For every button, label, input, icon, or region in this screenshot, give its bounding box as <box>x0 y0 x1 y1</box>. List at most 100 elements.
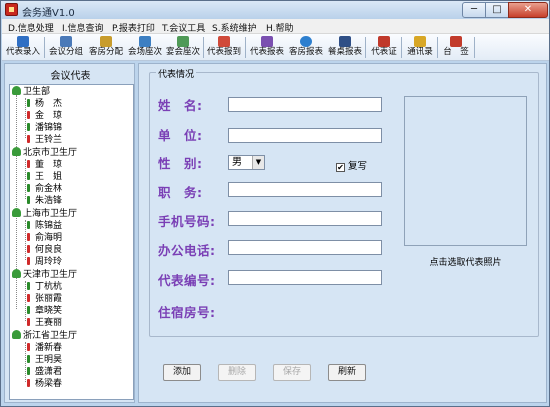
meeting-group-icon <box>60 36 72 47</box>
tool-badge[interactable]: 代表证 <box>368 35 400 60</box>
tool-room-assign[interactable]: 客房分配 <box>87 35 125 60</box>
tree-guide-line <box>25 98 26 138</box>
group-icon <box>12 147 21 156</box>
tree-member[interactable]: 王明昊 <box>27 354 62 366</box>
panel-title: 会议代表 <box>50 71 91 82</box>
menu-info-query[interactable]: I.信息查询 <box>62 21 104 34</box>
tree-member[interactable]: 丁杭杭 <box>27 281 62 293</box>
tool-table-card[interactable]: 台 签 <box>440 35 472 60</box>
tool-venue-seating[interactable]: 会场座次 <box>126 35 164 60</box>
person-icon <box>27 135 30 143</box>
group-icon <box>12 86 21 95</box>
person-icon <box>27 172 30 180</box>
menu-meeting-tools[interactable]: T.会议工具 <box>162 21 205 34</box>
toolbar-separator <box>44 37 45 58</box>
tree-member[interactable]: 潘锦锦 <box>27 122 62 134</box>
person-icon <box>27 282 30 290</box>
toolbar-separator <box>437 37 438 58</box>
tree-member[interactable]: 潘新春 <box>27 342 62 354</box>
tree-member[interactable]: 金 琼 <box>27 110 62 122</box>
gender-select[interactable]: 男 ▼ <box>228 155 265 170</box>
position-label: 职 务: <box>158 185 203 200</box>
toolbar-separator <box>365 37 366 58</box>
tree-member[interactable]: 王 姐 <box>27 171 62 183</box>
tool-representative-checkin[interactable]: 代表报到 <box>205 35 243 60</box>
tree-member[interactable]: 章晓笑 <box>27 305 62 317</box>
tree-member[interactable]: 陈锦益 <box>27 220 62 232</box>
office-phone-label: 办公电话: <box>158 243 216 258</box>
tree-member[interactable]: 俞金林 <box>27 183 62 195</box>
representatives-tree[interactable]: 卫生部 杨 杰 金 琼 潘锦锦 王铃兰 北京市卫生厅 董 琼 王 姐 俞金林 朱… <box>9 84 134 400</box>
photo-caption: 点击选取代表照片 <box>429 258 502 268</box>
tool-table-report[interactable]: 餐桌报表 <box>326 35 364 60</box>
delete-button[interactable]: 删除 <box>218 364 256 381</box>
tool-room-report[interactable]: 客房报表 <box>287 35 325 60</box>
tool-meeting-group[interactable]: 会议分组 <box>47 35 85 60</box>
tool-representative-entry[interactable]: 代表录入 <box>4 35 42 60</box>
duplicate-checkbox[interactable]: ✔ 复写 <box>336 158 367 172</box>
tree-member[interactable]: 杨梁春 <box>27 378 62 390</box>
group-icon <box>12 269 21 278</box>
person-icon <box>27 99 30 107</box>
menu-info-process[interactable]: D.信息处理 <box>8 21 54 34</box>
tree-member[interactable]: 周玲玲 <box>27 256 62 268</box>
person-icon <box>27 306 30 314</box>
close-button[interactable]: ✕ <box>508 2 548 18</box>
tree-member[interactable]: 何良良 <box>27 244 62 256</box>
toolbar-separator <box>474 37 475 58</box>
position-field[interactable] <box>228 182 382 197</box>
app-icon[interactable] <box>5 3 18 16</box>
checkbox-box[interactable]: ✔ <box>336 163 345 172</box>
chevron-down-icon[interactable]: ▼ <box>252 156 264 169</box>
tree-member[interactable]: 王赛丽 <box>27 317 62 329</box>
tree-member[interactable]: 俞海明 <box>27 232 62 244</box>
representative-photo[interactable] <box>404 96 527 246</box>
tree-guide-line <box>25 281 26 321</box>
tree-member[interactable]: 盛潇君 <box>27 366 62 378</box>
tree-group[interactable]: 北京市卫生厅 <box>12 147 77 159</box>
person-icon <box>27 367 30 375</box>
tool-representative-report[interactable]: 代表报表 <box>248 35 286 60</box>
tree-group[interactable]: 卫生部 <box>12 86 50 98</box>
name-field[interactable] <box>228 97 382 112</box>
person-icon <box>27 123 30 131</box>
representative-detail-area: 代表情况 姓 名: 单 位: 性 别: 男 ▼ ✔ 复写 职 务: 手机号码: 办… <box>138 63 547 403</box>
office-phone-field[interactable] <box>228 240 382 255</box>
save-button[interactable]: 保存 <box>273 364 311 381</box>
refresh-button[interactable]: 刷新 <box>328 364 366 381</box>
maximize-button[interactable]: □ <box>485 2 509 18</box>
tree-member[interactable]: 张丽霞 <box>27 293 62 305</box>
mobile-label: 手机号码: <box>158 214 216 229</box>
room-number-label: 住宿房号: <box>158 305 216 320</box>
person-icon <box>27 160 30 168</box>
title-bar: 会务通V1.0 ─ □ ✕ <box>1 1 549 19</box>
venue-seating-icon <box>139 36 151 47</box>
tree-member[interactable]: 王铃兰 <box>27 134 62 146</box>
person-icon <box>27 233 30 241</box>
tree-member[interactable]: 朱浩锋 <box>27 195 62 207</box>
add-button[interactable]: 添加 <box>163 364 201 381</box>
menu-report-print[interactable]: P.报表打印 <box>112 21 155 34</box>
person-icon <box>27 245 30 253</box>
group-icon <box>12 208 21 217</box>
person-icon <box>27 196 30 204</box>
tree-group[interactable]: 浙江省卫生厅 <box>12 330 77 342</box>
tree-group[interactable]: 上海市卫生厅 <box>12 208 77 220</box>
menu-help[interactable]: H.帮助 <box>266 21 293 34</box>
banquet-seating-icon <box>177 36 189 47</box>
room-assign-icon <box>100 36 112 47</box>
rep-number-field[interactable] <box>228 270 382 285</box>
tree-member[interactable]: 董 琼 <box>27 159 62 171</box>
tool-address-book[interactable]: 通讯录 <box>404 35 436 60</box>
tree-member[interactable]: 杨 杰 <box>27 98 62 110</box>
menu-system-maintenance[interactable]: S.系统维护 <box>212 21 257 34</box>
tree-group[interactable]: 天津市卫生厅 <box>12 269 77 281</box>
mobile-field[interactable] <box>228 211 382 226</box>
person-icon <box>27 221 30 229</box>
main-window: 会务通V1.0 ─ □ ✕ D.信息处理 I.信息查询 P.报表打印 T.会议工… <box>0 0 550 407</box>
rep-number-label: 代表编号: <box>158 273 216 288</box>
tool-banquet-seating[interactable]: 宴会座次 <box>164 35 202 60</box>
groupbox-title: 代表情况 <box>156 67 197 80</box>
minimize-button[interactable]: ─ <box>462 2 486 18</box>
unit-field[interactable] <box>228 128 382 143</box>
